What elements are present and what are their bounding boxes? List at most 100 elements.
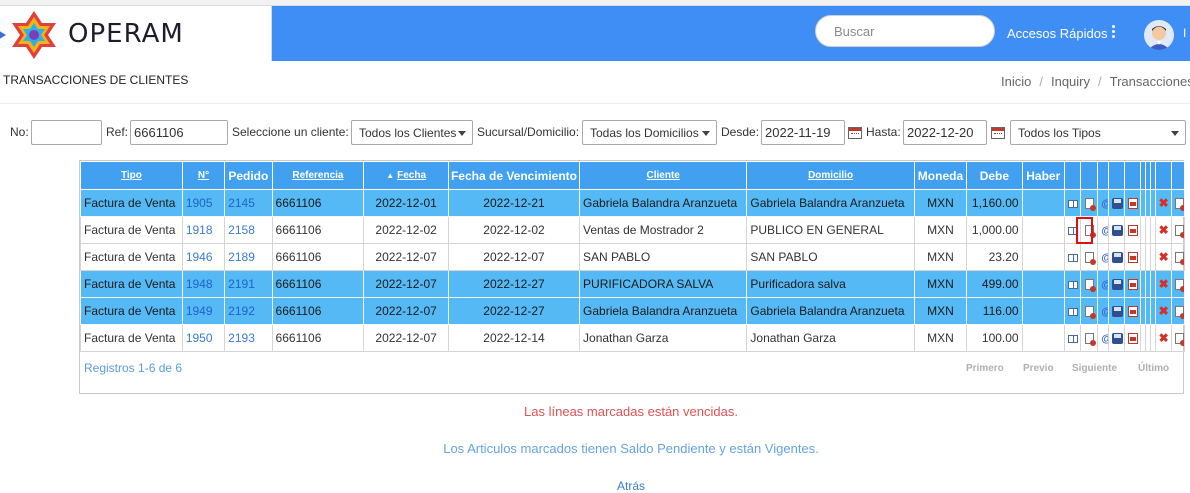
cell-pedido-link[interactable]: 2191 <box>228 277 255 291</box>
cell-pedido-link[interactable]: 2145 <box>228 196 255 210</box>
pdf-icon[interactable] <box>1128 252 1139 264</box>
calendar-icon[interactable] <box>991 127 1005 139</box>
calendar-icon[interactable] <box>848 127 862 139</box>
email-icon[interactable]: @ <box>1101 279 1108 291</box>
document-icon[interactable] <box>1084 252 1096 266</box>
document-icon[interactable] <box>1174 333 1184 347</box>
email-icon[interactable]: @ <box>1101 252 1108 264</box>
pdf-icon[interactable] <box>1128 306 1139 318</box>
table-row[interactable]: Factura de Venta 1948 2191 6661106 2022-12-0… <box>80 270 1186 298</box>
book-icon[interactable] <box>1067 334 1078 343</box>
row-action-email[interactable]: @ <box>1097 324 1110 352</box>
pdf-icon[interactable] <box>1128 198 1139 210</box>
row-action-document[interactable] <box>1170 270 1186 298</box>
col-cliente[interactable]: Cliente <box>579 161 748 190</box>
table-row[interactable]: Factura de Venta 1946 2189 6661106 2022-12-0… <box>80 243 1186 271</box>
from-date-input[interactable] <box>761 120 845 145</box>
document-icon[interactable] <box>1084 333 1096 347</box>
row-action-document[interactable] <box>1170 189 1186 217</box>
document-icon[interactable] <box>1174 198 1184 212</box>
row-action-email[interactable]: @ <box>1097 216 1110 244</box>
col-numero[interactable]: N° <box>181 161 226 190</box>
row-action-save[interactable] <box>1108 324 1126 352</box>
save-icon[interactable] <box>1112 279 1124 291</box>
quick-access-menu[interactable]: Accesos Rápidos <box>1007 26 1107 41</box>
table-row[interactable]: Factura de Venta 1949 2192 6661106 2022-12-0… <box>80 297 1186 325</box>
cell-numero-link[interactable]: 1905 <box>186 196 213 210</box>
breadcrumb-inicio[interactable]: Inicio <box>1001 74 1031 89</box>
user-avatar[interactable] <box>1144 20 1174 50</box>
back-link[interactable]: Atrás <box>617 479 645 493</box>
col-fecha[interactable]: ▲ Fecha <box>363 161 449 190</box>
table-row[interactable]: Factura de Venta 1905 2145 6661106 2022-12-0… <box>80 189 1186 217</box>
row-action-pdf[interactable] <box>1124 324 1141 352</box>
pdf-icon[interactable] <box>1128 279 1139 291</box>
book-icon[interactable] <box>1067 307 1078 316</box>
pager-last[interactable]: Último <box>1138 363 1169 374</box>
document-icon[interactable] <box>1174 225 1184 239</box>
client-select[interactable]: Todos los Clientes <box>351 120 473 145</box>
document-icon[interactable] <box>1084 198 1096 212</box>
user-name[interactable]: I <box>1183 26 1186 40</box>
col-domicilio[interactable]: Domicilio <box>746 161 915 190</box>
row-action-delete[interactable]: ✖ <box>1154 297 1172 325</box>
more-vertical-icon[interactable] <box>1110 25 1116 39</box>
row-action-document[interactable] <box>1170 243 1186 271</box>
cell-numero[interactable]: 1948 <box>181 270 226 298</box>
cell-pedido-link[interactable]: 2192 <box>228 304 255 318</box>
row-action-email[interactable]: @ <box>1097 297 1110 325</box>
row-action-pdf[interactable] <box>1124 297 1141 325</box>
row-action-save[interactable] <box>1108 189 1126 217</box>
row-action-delete[interactable]: ✖ <box>1154 216 1172 244</box>
pager-prev[interactable]: Previo <box>1023 363 1054 374</box>
delete-icon[interactable]: ✖ <box>1159 277 1169 291</box>
document-icon[interactable] <box>1174 252 1184 266</box>
document-icon[interactable] <box>1174 306 1184 320</box>
pager-first[interactable]: Primero <box>966 363 1004 374</box>
email-icon[interactable]: @ <box>1101 306 1108 318</box>
cell-numero[interactable]: 1950 <box>181 324 226 352</box>
cell-numero-link[interactable]: 1950 <box>186 331 213 345</box>
cell-pedido-link[interactable]: 2158 <box>228 223 255 237</box>
row-action-book[interactable] <box>1063 324 1082 352</box>
save-icon[interactable] <box>1112 252 1124 264</box>
row-action-book[interactable] <box>1063 243 1082 271</box>
book-icon[interactable] <box>1067 199 1078 208</box>
book-icon[interactable] <box>1067 253 1078 262</box>
row-action-email[interactable]: @ <box>1097 243 1110 271</box>
row-action-document[interactable] <box>1080 297 1099 325</box>
save-icon[interactable] <box>1112 333 1124 345</box>
row-action-document[interactable] <box>1170 216 1186 244</box>
pdf-icon[interactable] <box>1128 225 1139 237</box>
cell-numero[interactable]: 1949 <box>181 297 226 325</box>
delete-icon[interactable]: ✖ <box>1159 304 1169 318</box>
row-action-email[interactable]: @ <box>1097 270 1110 298</box>
delete-icon[interactable]: ✖ <box>1159 331 1169 345</box>
table-row[interactable]: Factura de Venta 1950 2193 6661106 2022-12-0… <box>80 324 1186 352</box>
cell-pedido[interactable]: 2192 <box>224 297 273 325</box>
cell-numero-link[interactable]: 1946 <box>186 250 213 264</box>
document-icon[interactable] <box>1084 306 1096 320</box>
pager-next[interactable]: Siguiente <box>1072 363 1117 374</box>
ref-input[interactable] <box>130 120 228 145</box>
book-icon[interactable] <box>1067 280 1078 289</box>
type-select[interactable]: Todos los Tipos <box>1010 120 1186 145</box>
col-referencia[interactable]: Referencia <box>271 161 365 190</box>
row-action-document[interactable] <box>1080 324 1099 352</box>
row-action-book[interactable] <box>1063 189 1082 217</box>
to-date-input[interactable] <box>903 120 987 145</box>
email-icon[interactable]: @ <box>1101 333 1108 345</box>
col-tipo[interactable]: Tipo <box>80 161 183 190</box>
search-input[interactable] <box>815 15 995 47</box>
cell-pedido-link[interactable]: 2193 <box>228 331 255 345</box>
cell-numero[interactable]: 1918 <box>181 216 226 244</box>
delete-icon[interactable]: ✖ <box>1159 250 1169 264</box>
row-action-document[interactable] <box>1080 270 1099 298</box>
delete-icon[interactable]: ✖ <box>1159 223 1169 237</box>
save-icon[interactable] <box>1112 306 1124 318</box>
row-action-document[interactable] <box>1170 324 1186 352</box>
row-action-delete[interactable]: ✖ <box>1154 324 1172 352</box>
row-action-delete[interactable]: ✖ <box>1154 270 1172 298</box>
row-action-document[interactable] <box>1080 189 1099 217</box>
row-action-pdf[interactable] <box>1124 270 1141 298</box>
